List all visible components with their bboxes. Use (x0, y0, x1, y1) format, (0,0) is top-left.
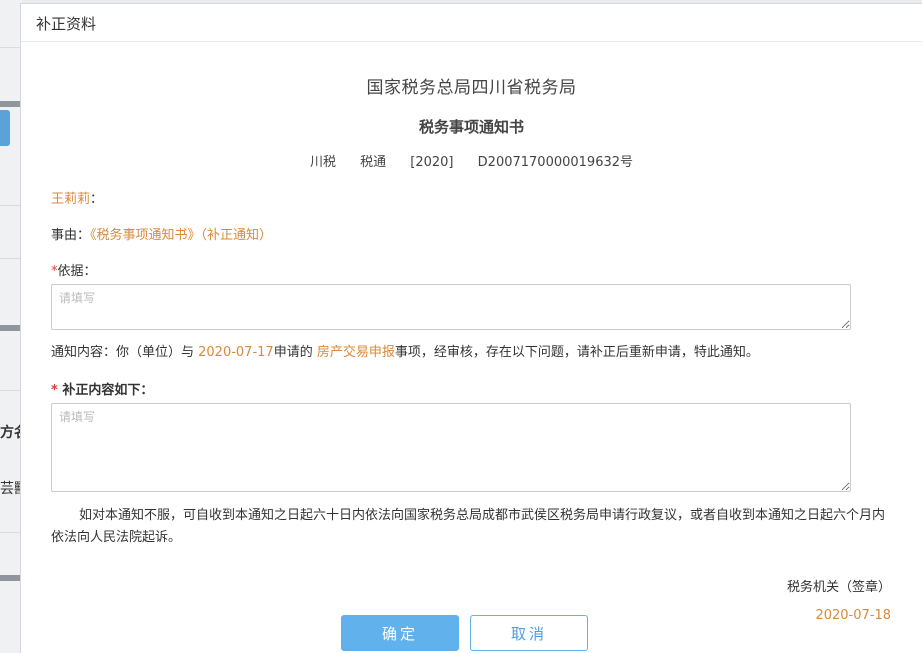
basis-input[interactable] (51, 284, 851, 330)
dialog-title: 补正资料 (21, 4, 922, 42)
confirm-button[interactable]: 确定 (341, 615, 459, 651)
supplement-dialog: 补正资料 国家税务总局四川省税务局 税务事项通知书 川税 税通 [2020] D… (20, 3, 922, 653)
divider (0, 532, 22, 533)
reason-value: 《税务事项通知书》（补正通知） (90, 228, 273, 243)
background-text: 方名 (0, 425, 22, 441)
notice-suffix: 事项，经审核，存在以下问题，请补正后重新申请，特此通知。 (394, 345, 759, 360)
supplement-label: * 补正内容如下： (51, 379, 892, 398)
divider (0, 47, 22, 48)
appeal-text: 如对本通知不服，可自收到本通知之日起六十日内依法向国家税务总局成都市武侯区税务局… (51, 508, 886, 545)
notice-date: 2020-07-17 (198, 345, 274, 360)
doc-number-prefix: 川税 (309, 155, 336, 170)
supplement-input[interactable] (51, 403, 851, 492)
background-bar (0, 575, 22, 581)
supplement-label-text: 补正内容如下： (57, 383, 154, 398)
dialog-body: 国家税务总局四川省税务局 税务事项通知书 川税 税通 [2020] D20071… (21, 73, 922, 623)
background-text: 芸獸 (0, 481, 22, 497)
basis-label: *依据： (51, 260, 892, 279)
doc-number-year: [2020] (410, 155, 454, 170)
doc-number-value: D2007170000019632号 (477, 155, 634, 170)
notice-mid: 申请的 (273, 345, 317, 360)
divider (0, 390, 22, 391)
cancel-button[interactable]: 取消 (470, 615, 588, 651)
divider (0, 205, 22, 206)
addressee-colon: ： (90, 192, 104, 207)
org-name: 国家税务总局四川省税务局 (366, 78, 577, 98)
signature: 税务机关（签章） (786, 580, 891, 595)
notice-item: 房产交易申报 (316, 345, 395, 360)
reason-label: 事由： (51, 228, 91, 243)
basis-label-text: 依据： (57, 264, 97, 279)
background-bar (0, 101, 22, 107)
background-bar (0, 325, 22, 331)
notice-content: 通知内容：你（单位）与 2020-07-17申请的 房产交易申报事项，经审核，存… (51, 344, 892, 362)
required-mark: * (51, 383, 58, 398)
notice-prefix: 通知内容：你（单位）与 (51, 345, 199, 360)
background-active-item (0, 110, 10, 146)
divider (0, 258, 22, 259)
doc-number: 川税 税通 [2020] D2007170000019632号 (51, 151, 892, 170)
background-page: 方名 芸獸 (0, 0, 22, 653)
doc-number-type: 税通 (360, 155, 387, 170)
doc-title: 税务事项通知书 (418, 118, 524, 136)
reason: 事由：《税务事项通知书》（补正通知） (51, 224, 892, 243)
addressee-name: 王莉莉 (51, 192, 91, 207)
addressee: 王莉莉： (51, 188, 892, 207)
